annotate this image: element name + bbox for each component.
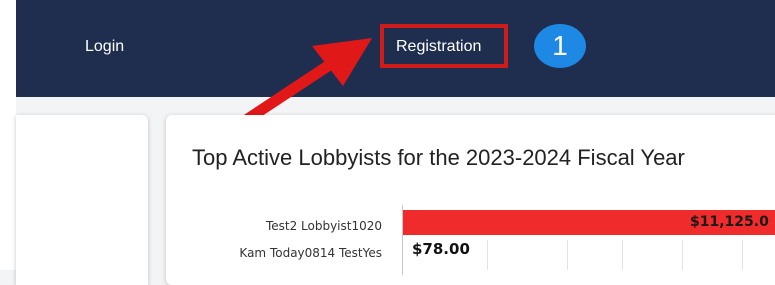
top-navbar: Login Registration (16, 0, 775, 97)
step-number-badge: 1 (534, 24, 586, 68)
chart-gridline (567, 240, 568, 270)
data-bar[interactable] (403, 210, 406, 235)
left-side-card (16, 115, 148, 285)
chart-title: Top Active Lobbyists for the 2023-2024 F… (192, 145, 685, 170)
chart-gridline (622, 240, 623, 270)
chart-gridline (742, 240, 743, 270)
nav-registration-link[interactable]: Registration (396, 37, 481, 57)
page-left-border (0, 0, 16, 270)
data-value-label: $11,125.0 (690, 214, 769, 230)
chart-gridline (682, 240, 683, 270)
chart-gridline (487, 240, 488, 270)
category-label: Kam Today0814 TestYes (239, 246, 382, 260)
nav-login-link[interactable]: Login (85, 37, 124, 57)
data-value-label: $78.00 (412, 240, 470, 258)
category-label: Test2 Lobbyist1020 (265, 219, 382, 233)
